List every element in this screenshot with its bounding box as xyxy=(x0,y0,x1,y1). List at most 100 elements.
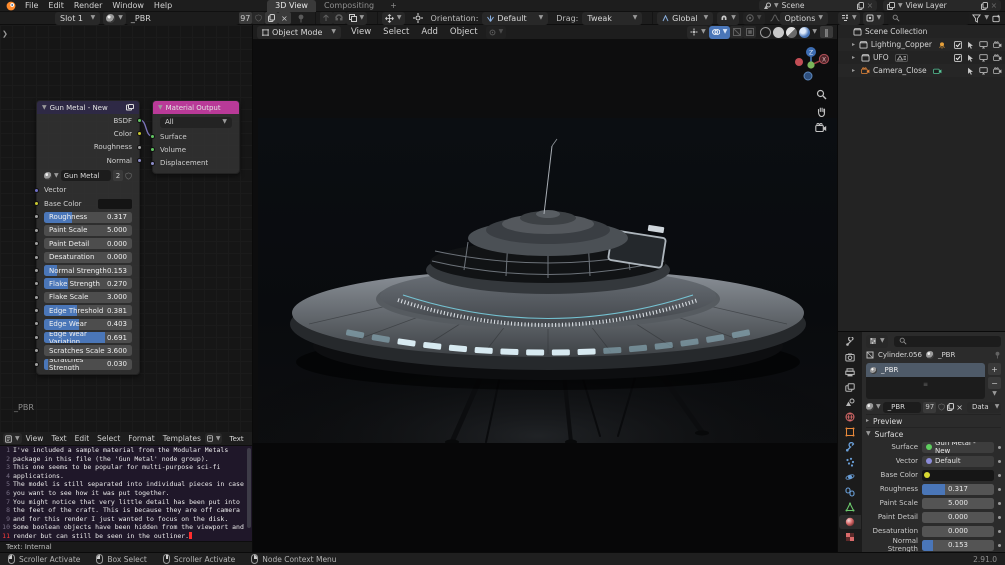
animate-dot[interactable] xyxy=(998,501,1001,505)
text-menu-format[interactable]: Format xyxy=(124,434,158,443)
color-swatch-field[interactable] xyxy=(98,198,132,209)
add-slot-button[interactable]: + xyxy=(988,363,1001,375)
value-slider[interactable]: 0.153 xyxy=(922,539,994,551)
node-input-normal-strength[interactable]: Normal Strength 0.153 xyxy=(34,264,139,277)
outliner-item-label[interactable]: Camera_Close xyxy=(873,66,927,75)
properties-editor[interactable]: ▼ Cylinder.056 _PBR _PBR ≡ + − ▼ ▼ _PBR … xyxy=(838,332,1005,552)
breadcrumb-material[interactable]: _PBR xyxy=(938,351,955,359)
navigation-gizmo[interactable]: Z X xyxy=(791,45,831,85)
disclosure-icon[interactable]: ▸ xyxy=(852,41,856,48)
proportional-edit-dropdown[interactable]: ▼ xyxy=(742,11,765,25)
properties-search-input[interactable] xyxy=(893,335,1001,347)
overlap-options-dropdown[interactable]: ▼ xyxy=(345,11,368,25)
properties-tab-output[interactable] xyxy=(839,365,861,379)
properties-tab-render[interactable] xyxy=(839,350,861,364)
node-input-roughness[interactable]: Roughness 0.317 xyxy=(34,210,139,223)
viewport-zoom-icon[interactable] xyxy=(816,89,827,100)
material-slot-list[interactable]: _PBR ≡ xyxy=(866,363,985,399)
node-output-color[interactable]: Color xyxy=(37,127,142,140)
menu-window[interactable]: Window xyxy=(107,1,149,10)
disclosure-icon[interactable]: ▸ xyxy=(852,54,858,61)
fake-user-shield-icon[interactable] xyxy=(938,403,945,411)
node-header[interactable]: ▼ Gun Metal - New xyxy=(37,101,139,114)
text-datablock-browse[interactable]: ▼ xyxy=(204,433,223,444)
gizmo-y-axis[interactable] xyxy=(807,61,815,69)
visibility-checkbox[interactable] xyxy=(954,53,962,62)
outliner-display-mode-dropdown[interactable]: ▼ xyxy=(862,11,885,25)
outliner-row-ufo[interactable]: ▸ UFO xyxy=(838,51,1005,64)
slot-specials-dropdown[interactable]: ▼ xyxy=(988,391,1001,397)
hide-viewport-toggle[interactable] xyxy=(979,53,988,62)
text-menu-view[interactable]: View xyxy=(22,434,48,443)
users-count-button[interactable]: 97 xyxy=(923,401,937,413)
selectable-toggle[interactable] xyxy=(967,54,974,62)
collapse-arrow-icon[interactable]: ▼ xyxy=(158,104,163,111)
node-input-scratches-strength[interactable]: Scratches Strength 0.030 xyxy=(34,358,139,371)
fake-user-shield-icon[interactable] xyxy=(125,172,132,180)
socket-desaturation[interactable] xyxy=(34,254,39,260)
transform-pivot-dropdown[interactable]: ▼ xyxy=(485,25,507,39)
node-input-flake-strength[interactable]: Flake Strength 0.270 xyxy=(34,277,139,290)
property-chip-vector[interactable]: Default xyxy=(922,455,994,467)
drag-dropdown[interactable]: Tweak ▼ xyxy=(582,11,643,25)
disclosure-icon[interactable]: ▸ xyxy=(852,67,858,74)
material-users-button[interactable]: 97 xyxy=(238,12,252,24)
options-dropdown[interactable]: Options ▼ xyxy=(779,11,828,25)
properties-tab-object[interactable] xyxy=(839,425,861,439)
properties-tab-material[interactable] xyxy=(839,515,861,529)
node-output-normal[interactable]: Normal xyxy=(37,154,142,167)
properties-tab-modifiers[interactable] xyxy=(839,440,861,454)
text-editor-type-dropdown[interactable]: ▼ xyxy=(3,433,22,444)
filter-funnel-icon[interactable] xyxy=(972,13,982,23)
panel-surface[interactable]: ▼ Surface xyxy=(866,427,1001,440)
node-input-displacement[interactable]: Displacement xyxy=(150,157,239,170)
line-text[interactable]: you want to see how it was put together. xyxy=(13,489,170,498)
output-target-dropdown[interactable]: All ▼ xyxy=(160,116,232,128)
value-slider[interactable]: Edge Wear 0.403 xyxy=(44,318,132,330)
outliner[interactable]: Scene Collection ▸ Lighting_Copper ▸ UFO ▸ Cam… xyxy=(838,25,1005,332)
shading-material-icon[interactable] xyxy=(786,26,798,38)
animate-dot[interactable] xyxy=(998,473,1001,477)
mode-dropdown[interactable]: Object Mode ▼ xyxy=(257,25,341,39)
line-text[interactable]: the feet of the craft. This is because t… xyxy=(13,506,240,515)
animate-dot[interactable] xyxy=(998,515,1001,519)
value-field[interactable]: Flake Scale 3.000 xyxy=(44,291,132,303)
menu-render[interactable]: Render xyxy=(69,1,107,10)
socket-base-color[interactable] xyxy=(34,200,39,206)
breadcrumb-object[interactable]: Cylinder.056 xyxy=(878,351,922,359)
outliner-item-label[interactable]: Lighting_Copper xyxy=(871,40,932,49)
hide-viewport-toggle[interactable] xyxy=(979,66,988,75)
properties-tab-data[interactable] xyxy=(839,500,861,514)
value-slider[interactable]: Scratches Strength 0.030 xyxy=(44,358,132,370)
socket-flake-strength[interactable] xyxy=(34,281,39,287)
value-field[interactable]: 5.000 xyxy=(922,497,994,509)
copy-icon[interactable] xyxy=(856,1,864,10)
overlays-toggle[interactable]: ▼ xyxy=(708,25,731,39)
unlink-icon[interactable]: × xyxy=(956,403,963,412)
viewport-camera-icon[interactable] xyxy=(815,123,827,133)
node-input-edge-wear[interactable]: Edge Wear 0.403 xyxy=(34,317,139,330)
outliner-item-label[interactable]: UFO xyxy=(873,53,889,62)
scene-selector[interactable]: ▼ Scene × xyxy=(759,0,877,11)
link-mode-dropdown[interactable]: Data ▼ xyxy=(967,401,1001,413)
value-field[interactable]: Desaturation 0.000 xyxy=(44,251,132,263)
node-input-base-color[interactable]: Base Color xyxy=(34,197,139,210)
remove-slot-button[interactable]: − xyxy=(988,377,1001,389)
viewport-pan-hand-icon[interactable] xyxy=(816,106,827,117)
socket-normal[interactable] xyxy=(137,158,142,164)
snap-node-icon[interactable] xyxy=(332,12,346,24)
gizmo-neg-x-axis[interactable] xyxy=(795,58,803,66)
outliner-search-input[interactable] xyxy=(887,11,970,25)
shading-solid-icon[interactable] xyxy=(773,26,785,38)
animate-dot[interactable] xyxy=(998,487,1001,491)
text-datablock-name[interactable]: Text xyxy=(224,433,249,444)
line-text[interactable]: You might notice that very little detail… xyxy=(13,498,240,507)
value-slider[interactable]: Normal Strength 0.153 xyxy=(44,265,132,277)
hide-viewport-toggle[interactable] xyxy=(979,40,988,49)
node-input-surface[interactable]: Surface xyxy=(150,130,239,143)
text-menu-edit[interactable]: Edit xyxy=(71,434,94,443)
falloff-icon[interactable] xyxy=(769,14,780,22)
visibility-checkbox[interactable] xyxy=(954,40,962,49)
line-text[interactable]: render but can still be seen in the outl… xyxy=(13,532,189,541)
socket-edge-wear-variation[interactable] xyxy=(34,334,39,340)
